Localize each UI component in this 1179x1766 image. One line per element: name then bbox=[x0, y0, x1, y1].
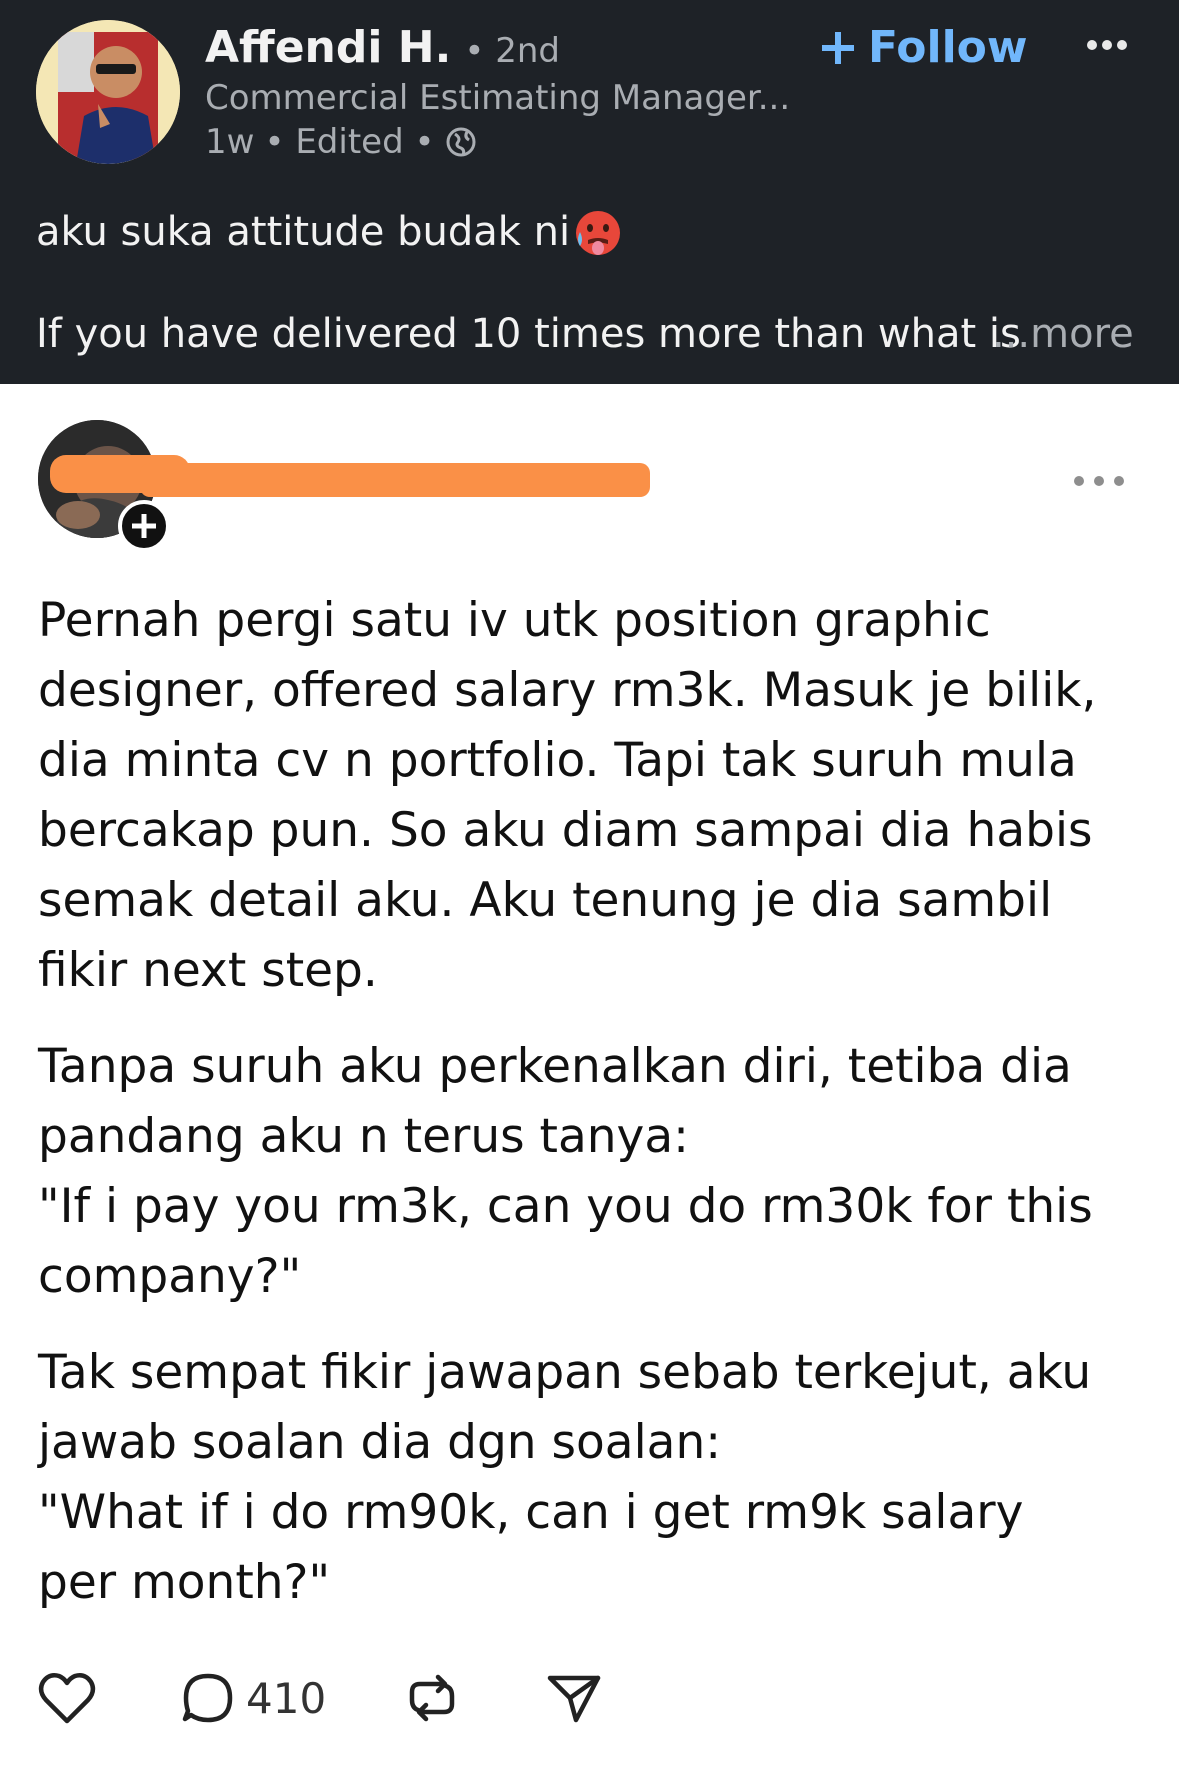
text-line: "What if i do rm90k, can i get rm9k sala… bbox=[38, 1485, 1024, 1540]
author-photo bbox=[36, 20, 180, 164]
author-name-row: Affendi H. • 2nd bbox=[205, 22, 560, 73]
paper-plane-icon bbox=[547, 1675, 601, 1723]
more-dots-icon[interactable] bbox=[1084, 30, 1130, 60]
repost-icon bbox=[409, 1674, 455, 1722]
post-caption: aku suka attitude budak ni bbox=[36, 206, 624, 258]
heart-icon bbox=[38, 1673, 96, 1724]
redacted-username bbox=[50, 455, 650, 497]
text-line: designer, offered salary rm3k. Masuk je … bbox=[38, 663, 1097, 718]
text-line: pandang aku n terus tanya: bbox=[38, 1109, 690, 1164]
post-body-preview: If you have delivered 10 times more than… bbox=[36, 310, 1021, 357]
connection-degree: • 2nd bbox=[464, 31, 561, 71]
speech-bubble-icon bbox=[182, 1673, 233, 1723]
author-avatar[interactable] bbox=[36, 20, 180, 164]
text-line: company?" bbox=[38, 1249, 302, 1304]
follow-button[interactable]: Follow bbox=[818, 22, 1028, 73]
reply-button[interactable]: 410 bbox=[180, 1668, 326, 1728]
reply-count: 410 bbox=[246, 1673, 327, 1723]
share-button[interactable] bbox=[546, 1668, 602, 1728]
more-dots-icon[interactable] bbox=[1072, 474, 1126, 488]
author-name[interactable]: Affendi H. bbox=[205, 22, 451, 73]
text-line: per month?" bbox=[38, 1555, 331, 1610]
plus-icon bbox=[822, 31, 854, 64]
threads-paragraph: Pernah pergi satu iv utk position graphi… bbox=[38, 586, 1148, 1006]
globe-icon bbox=[446, 127, 476, 157]
post-edited-label: • Edited • bbox=[264, 122, 435, 162]
see-more-link[interactable]: ...more bbox=[992, 311, 1134, 357]
text-line: jawab soalan dia dgn soalan: bbox=[38, 1415, 722, 1470]
follow-label: Follow bbox=[868, 22, 1028, 73]
post-meta: 1w • Edited • bbox=[205, 122, 477, 162]
threads-paragraph: Tanpa suruh aku perkenalkan diri, tetiba… bbox=[38, 1032, 1148, 1312]
text-line: Tanpa suruh aku perkenalkan diri, tetiba… bbox=[38, 1039, 1072, 1094]
text-line: Pernah pergi satu iv utk position graphi… bbox=[38, 593, 991, 648]
follow-plus-badge[interactable] bbox=[118, 500, 170, 552]
text-line: bercakap pun. So aku diam sampai dia hab… bbox=[38, 803, 1093, 858]
author-headline: Commercial Estimating Manager... bbox=[205, 78, 791, 118]
linkedin-post-header: Affendi H. • 2nd Commercial Estimating M… bbox=[0, 0, 1179, 384]
hot-face-emoji-icon bbox=[576, 211, 621, 255]
text-line: fikir next step. bbox=[38, 943, 378, 998]
threads-action-bar: 410 bbox=[38, 1668, 738, 1728]
post-time: 1w bbox=[205, 122, 255, 162]
repost-button[interactable] bbox=[404, 1668, 460, 1728]
threads-paragraph: Tak sempat fikir jawapan sebab terkejut,… bbox=[38, 1338, 1148, 1618]
text-line: semak detail aku. Aku tenung je dia samb… bbox=[38, 873, 1053, 928]
caption-text: aku suka attitude budak ni bbox=[36, 209, 571, 255]
plus-icon bbox=[132, 514, 156, 538]
text-line: Tak sempat fikir jawapan sebab terkejut,… bbox=[38, 1345, 1092, 1400]
like-button[interactable] bbox=[38, 1668, 96, 1728]
text-line: "If i pay you rm3k, can you do rm30k for… bbox=[38, 1179, 1093, 1234]
text-line: dia minta cv n portfolio. Tapi tak suruh… bbox=[38, 733, 1077, 788]
